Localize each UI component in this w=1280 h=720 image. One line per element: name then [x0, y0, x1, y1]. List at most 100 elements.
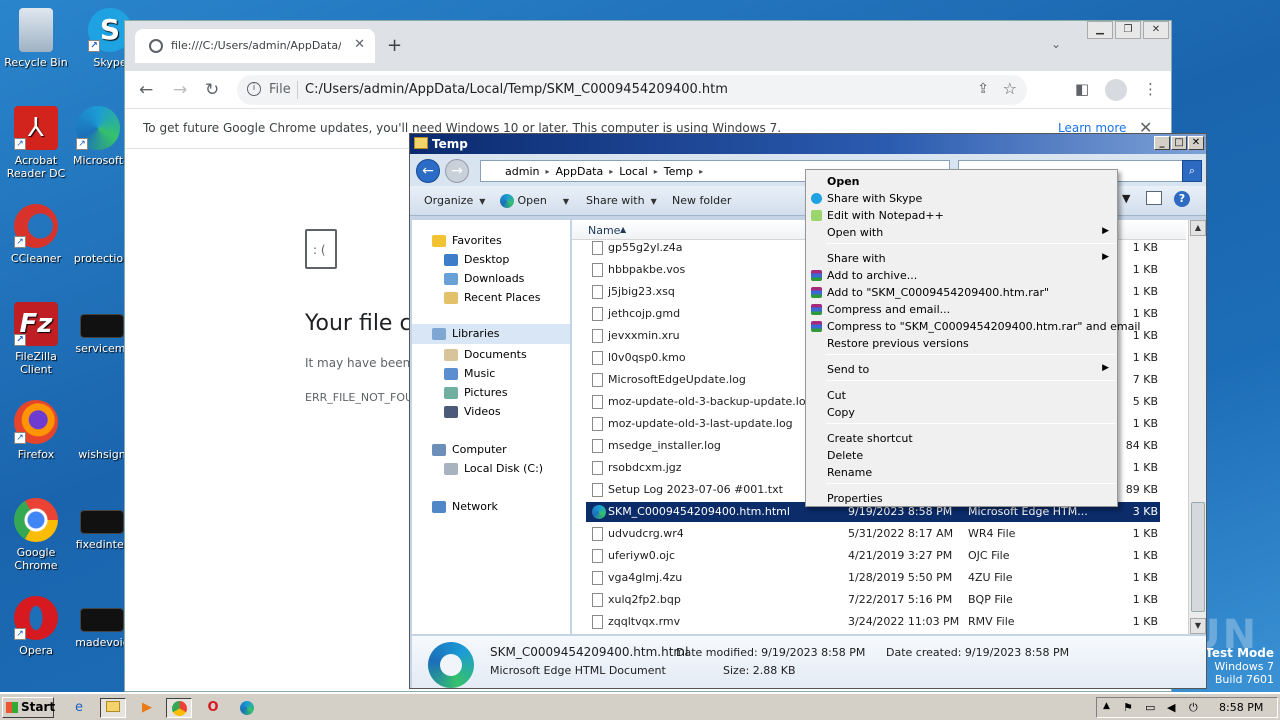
close-button[interactable]: ✕ [1188, 136, 1204, 150]
context-menu-item[interactable]: Send to ▶ [808, 361, 1115, 378]
action-center-flag-icon[interactable]: ⚑ [1123, 701, 1133, 714]
column-name-header[interactable]: Name [588, 224, 620, 237]
url-text[interactable]: C:/Users/admin/AppData/Local/Temp/SKM_C0… [305, 82, 728, 97]
back-arrow-icon[interactable]: ← [139, 80, 153, 100]
chevron-right-icon[interactable]: ▸ [699, 167, 703, 176]
media-player-icon[interactable]: ▶ [134, 698, 160, 718]
context-menu-item[interactable]: Compress to "SKM_C0009454209400.htm.rar"… [808, 318, 1140, 335]
context-menu-item[interactable]: Open with ▶ [808, 224, 1115, 241]
nav-documents[interactable]: Documents [444, 348, 527, 361]
tab-search-chevron-icon[interactable]: ⌄ [1051, 37, 1061, 51]
nav-favorites[interactable]: Favorites [432, 234, 502, 247]
nav-recent-places[interactable]: Recent Places [444, 291, 541, 304]
profile-avatar-icon[interactable] [1105, 79, 1127, 101]
close-tab-icon[interactable]: ✕ [354, 37, 365, 52]
nav-pictures[interactable]: Pictures [444, 386, 508, 399]
desktop-icon-firefox[interactable]: ↗ Firefox [0, 400, 72, 461]
back-arrow-icon[interactable]: ← [416, 159, 440, 183]
chrome-tab[interactable]: file:///C:/Users/admin/AppData/Local/Tem… [135, 29, 375, 63]
breadcrumb-admin[interactable]: admin [505, 165, 539, 178]
context-menu-item[interactable]: Share with ▶ [808, 250, 1115, 267]
context-menu-item[interactable]: Rename [808, 464, 1115, 481]
file-row[interactable]: uferiyw0.ojc 4/21/2019 3:27 PM OJC File 1 K… [586, 546, 1160, 566]
new-tab-button[interactable]: + [387, 35, 402, 56]
desktop-icon-recycle-bin[interactable]: Recycle Bin [0, 8, 72, 69]
file-row[interactable]: xulq2fp2.bqp 7/22/2017 5:16 PM BQP File 1 K… [586, 590, 1160, 610]
open-button[interactable]: Open ▼ [500, 194, 569, 208]
submenu-arrow-icon: ▶ [1102, 363, 1109, 373]
nav-local-disk[interactable]: Local Disk (C:) [444, 462, 543, 475]
context-menu-item[interactable]: Add to "SKM_C0009454209400.htm.rar" [808, 284, 1115, 301]
breadcrumb-appdata[interactable]: AppData [555, 165, 603, 178]
scroll-down-icon[interactable]: ▼ [1190, 618, 1206, 634]
volume-icon[interactable]: ◀ [1167, 701, 1175, 714]
clock[interactable]: 8:58 PM [1219, 701, 1263, 714]
context-menu-item[interactable]: Create shortcut [808, 430, 1115, 447]
nav-libraries[interactable]: Libraries [412, 324, 570, 344]
desktop-icon-filezilla[interactable]: Fz ↗ FileZilla Client [0, 302, 72, 376]
nav-music[interactable]: Music [444, 367, 495, 380]
breadcrumb-temp[interactable]: Temp [664, 165, 693, 178]
desktop-icon-ccleaner[interactable]: ↗ CCleaner [0, 204, 72, 265]
explorer-titlebar[interactable]: Temp _ □ ✕ [410, 134, 1206, 154]
nav-label: Desktop [464, 253, 510, 266]
edge-taskbar-icon[interactable] [234, 698, 260, 718]
file-row[interactable]: zqqltvqx.rmv 3/24/2022 11:03 PM RMV File 1 … [586, 612, 1160, 632]
context-menu-item[interactable]: Delete [808, 447, 1115, 464]
context-menu-item[interactable]: Properties [808, 490, 1115, 507]
file-row[interactable]: udvudcrg.wr4 5/31/2022 8:17 AM WR4 File 1 K… [586, 524, 1160, 544]
minimize-button[interactable]: _ [1154, 136, 1170, 150]
breadcrumb-local[interactable]: Local [619, 165, 648, 178]
forward-arrow-icon[interactable]: → [445, 159, 469, 183]
chevron-right-icon[interactable]: ▸ [545, 167, 549, 176]
context-menu-item[interactable]: Copy [808, 404, 1115, 421]
address-bar[interactable]: i File C:/Users/admin/AppData/Local/Temp… [237, 75, 1027, 105]
context-menu-item[interactable]: Cut [808, 387, 1115, 404]
network-tray-icon[interactable]: ▭ [1145, 701, 1155, 714]
nav-network[interactable]: Network [432, 500, 498, 513]
maximize-button[interactable]: ❐ [1115, 21, 1141, 39]
start-button[interactable]: Start [2, 697, 55, 718]
minimize-button[interactable]: ▁ [1087, 21, 1113, 39]
organize-button[interactable]: Organize ▼ [424, 194, 485, 207]
search-icon[interactable]: ⌕ [1182, 160, 1202, 182]
nav-computer[interactable]: Computer [432, 443, 507, 456]
context-menu-item[interactable]: Restore previous versions [808, 335, 1115, 352]
nav-downloads[interactable]: Downloads [444, 272, 524, 285]
tray-expand-icon[interactable]: ▲ [1103, 701, 1110, 711]
sidepanel-icon[interactable]: ◧ [1075, 80, 1089, 98]
chevron-right-icon[interactable]: ▸ [609, 167, 613, 176]
vertical-scrollbar[interactable]: ▲ ▼ [1188, 220, 1206, 634]
close-button[interactable]: ✕ [1143, 21, 1169, 39]
desktop-icon-chrome[interactable]: Google Chrome [0, 498, 72, 572]
nav-videos[interactable]: Videos [444, 405, 501, 418]
help-icon[interactable]: ? [1174, 191, 1190, 207]
nav-desktop[interactable]: Desktop [444, 253, 509, 266]
maximize-button[interactable]: □ [1171, 136, 1187, 150]
file-row[interactable]: vga4glmj.4zu 1/28/2019 5:50 PM 4ZU File 1 K… [586, 568, 1160, 588]
info-icon[interactable]: i [247, 82, 261, 96]
view-options-chevron-icon[interactable]: ▼ [1122, 192, 1130, 205]
forward-arrow-icon[interactable]: → [173, 80, 187, 100]
explorer-taskbar-icon[interactable] [100, 698, 126, 718]
bookmark-star-icon[interactable]: ☆ [1003, 79, 1017, 98]
context-menu-item[interactable]: Compress and email... [808, 301, 1115, 318]
context-menu-item[interactable]: Edit with Notepad++ [808, 207, 1115, 224]
preview-pane-icon[interactable] [1146, 191, 1162, 205]
more-menu-icon[interactable]: ⋮ [1143, 80, 1158, 98]
context-menu-item[interactable]: Share with Skype [808, 190, 1115, 207]
chrome-taskbar-icon[interactable] [166, 698, 192, 718]
reload-icon[interactable]: ↻ [205, 80, 219, 100]
desktop-icon-opera[interactable]: ↗ Opera [0, 596, 72, 657]
share-icon[interactable]: ⇪ [977, 81, 989, 97]
scroll-up-icon[interactable]: ▲ [1190, 220, 1206, 236]
opera-icon[interactable]: O [200, 698, 226, 718]
chevron-right-icon[interactable]: ▸ [654, 167, 658, 176]
ie-icon[interactable]: e [66, 698, 92, 718]
context-menu-item[interactable]: Add to archive... [808, 267, 1115, 284]
new-folder-button[interactable]: New folder [672, 194, 731, 207]
scroll-thumb[interactable] [1191, 502, 1205, 612]
context-menu-item[interactable]: Open [808, 173, 1115, 190]
power-icon[interactable]: ⏻ [1189, 701, 1198, 715]
share-with-button[interactable]: Share with ▼ [586, 194, 657, 207]
